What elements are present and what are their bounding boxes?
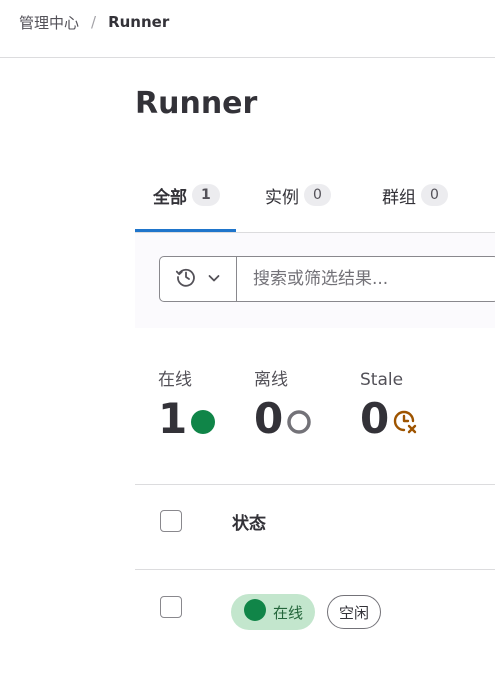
status-badge-online-label: 在线 bbox=[273, 603, 304, 622]
stat-online-label: 在线 bbox=[158, 370, 192, 390]
stat-online-value: 1 bbox=[158, 394, 188, 443]
search-input[interactable] bbox=[237, 257, 495, 301]
tab-all-label: 全部 bbox=[153, 187, 187, 208]
status-stale-icon bbox=[392, 396, 418, 446]
page-title: Runner bbox=[135, 86, 258, 121]
select-all-checkbox[interactable] bbox=[160, 510, 182, 532]
stat-offline: 离线 0 bbox=[254, 368, 312, 446]
status-online-icon bbox=[190, 396, 216, 446]
header-divider bbox=[0, 57, 495, 58]
row-select-checkbox[interactable] bbox=[160, 596, 182, 618]
tab-group-label: 群组 bbox=[382, 187, 416, 208]
history-icon bbox=[175, 266, 197, 292]
tab-all[interactable]: 全部 1 bbox=[135, 160, 236, 232]
breadcrumb-item-admin-area[interactable]: 管理中心 bbox=[19, 12, 79, 33]
table-divider bbox=[135, 484, 495, 485]
status-badge-online: 在线 bbox=[231, 594, 316, 630]
stat-online: 在线 1 bbox=[158, 368, 216, 446]
search-history-dropdown[interactable] bbox=[160, 257, 237, 301]
breadcrumb-separator: / bbox=[91, 13, 97, 31]
column-header-status: 状态 bbox=[232, 514, 266, 534]
tab-bar: 全部 1 实例 0 群组 0 bbox=[135, 160, 495, 233]
stat-stale-label: Stale bbox=[360, 370, 404, 390]
stat-stale-value: 0 bbox=[360, 394, 390, 443]
tab-instance-label: 实例 bbox=[265, 187, 299, 208]
tab-group[interactable]: 群组 0 bbox=[382, 160, 448, 230]
chevron-down-icon bbox=[207, 270, 221, 289]
status-badge-idle: 空闲 bbox=[327, 595, 382, 629]
breadcrumb-item-runner[interactable]: Runner bbox=[108, 13, 169, 31]
status-offline-icon bbox=[286, 396, 312, 446]
tab-instance[interactable]: 实例 0 bbox=[265, 160, 331, 230]
filter-area bbox=[135, 233, 495, 328]
status-online-icon bbox=[243, 598, 267, 626]
stat-offline-label: 离线 bbox=[254, 370, 288, 390]
tab-group-count: 0 bbox=[421, 184, 448, 206]
tab-all-count: 1 bbox=[192, 184, 220, 206]
table-divider bbox=[135, 569, 495, 570]
filtered-search-box bbox=[159, 256, 495, 302]
tab-instance-count: 0 bbox=[304, 184, 331, 206]
stat-offline-value: 0 bbox=[254, 394, 284, 443]
breadcrumb: 管理中心 / Runner bbox=[19, 10, 169, 34]
stat-stale: Stale 0 bbox=[360, 368, 418, 446]
